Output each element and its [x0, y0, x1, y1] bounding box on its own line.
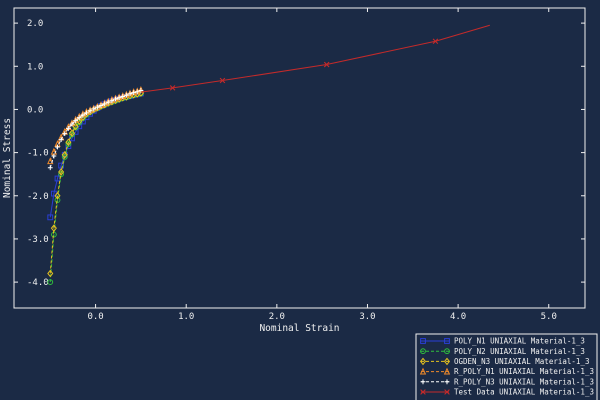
y-tick-label: 0.0	[27, 105, 43, 115]
legend-label: Test Data UNIAXIAL Material-1_3	[454, 388, 594, 397]
legend-label: POLY_N2 UNIAXIAL Material-1_3	[454, 347, 585, 356]
x-tick-label: 1.0	[178, 312, 194, 322]
y-axis-label: Nominal Stress	[2, 118, 13, 198]
x-tick-label: 2.0	[269, 312, 285, 322]
y-tick-label: 1.0	[27, 62, 43, 72]
x-tick-label: 4.0	[450, 312, 466, 322]
y-tick-label: -1.0	[27, 149, 49, 159]
legend-label: OGDEN_N3 UNIAXIAL Material-1_3	[454, 357, 589, 366]
y-tick-label: 2.0	[27, 19, 43, 29]
legend-label: R_POLY_N3 UNIAXIAL Material-1_3	[454, 377, 594, 386]
y-tick-label: -3.0	[27, 235, 49, 245]
x-tick-label: 3.0	[359, 312, 375, 322]
x-tick-label: 0.0	[87, 312, 103, 322]
y-tick-label: -4.0	[27, 278, 49, 288]
x-tick-label: 5.0	[541, 312, 557, 322]
stress-strain-chart: 0.0 1.0 2.0 3.0 4.0 5.0 -4.0 -3.0 -2.0 -1.0 0.0 1.0…	[0, 0, 600, 400]
legend-label: POLY_N1 UNIAXIAL Material-1_3	[454, 337, 585, 346]
legend-label: R_POLY_N1 UNIAXIAL Material-1_3	[454, 367, 594, 376]
legend: POLY_N1 UNIAXIAL Material-1_3POLY_N2 UNI…	[415, 333, 598, 400]
y-tick-label: -2.0	[27, 192, 49, 202]
x-axis-label: Nominal Strain	[259, 323, 339, 334]
